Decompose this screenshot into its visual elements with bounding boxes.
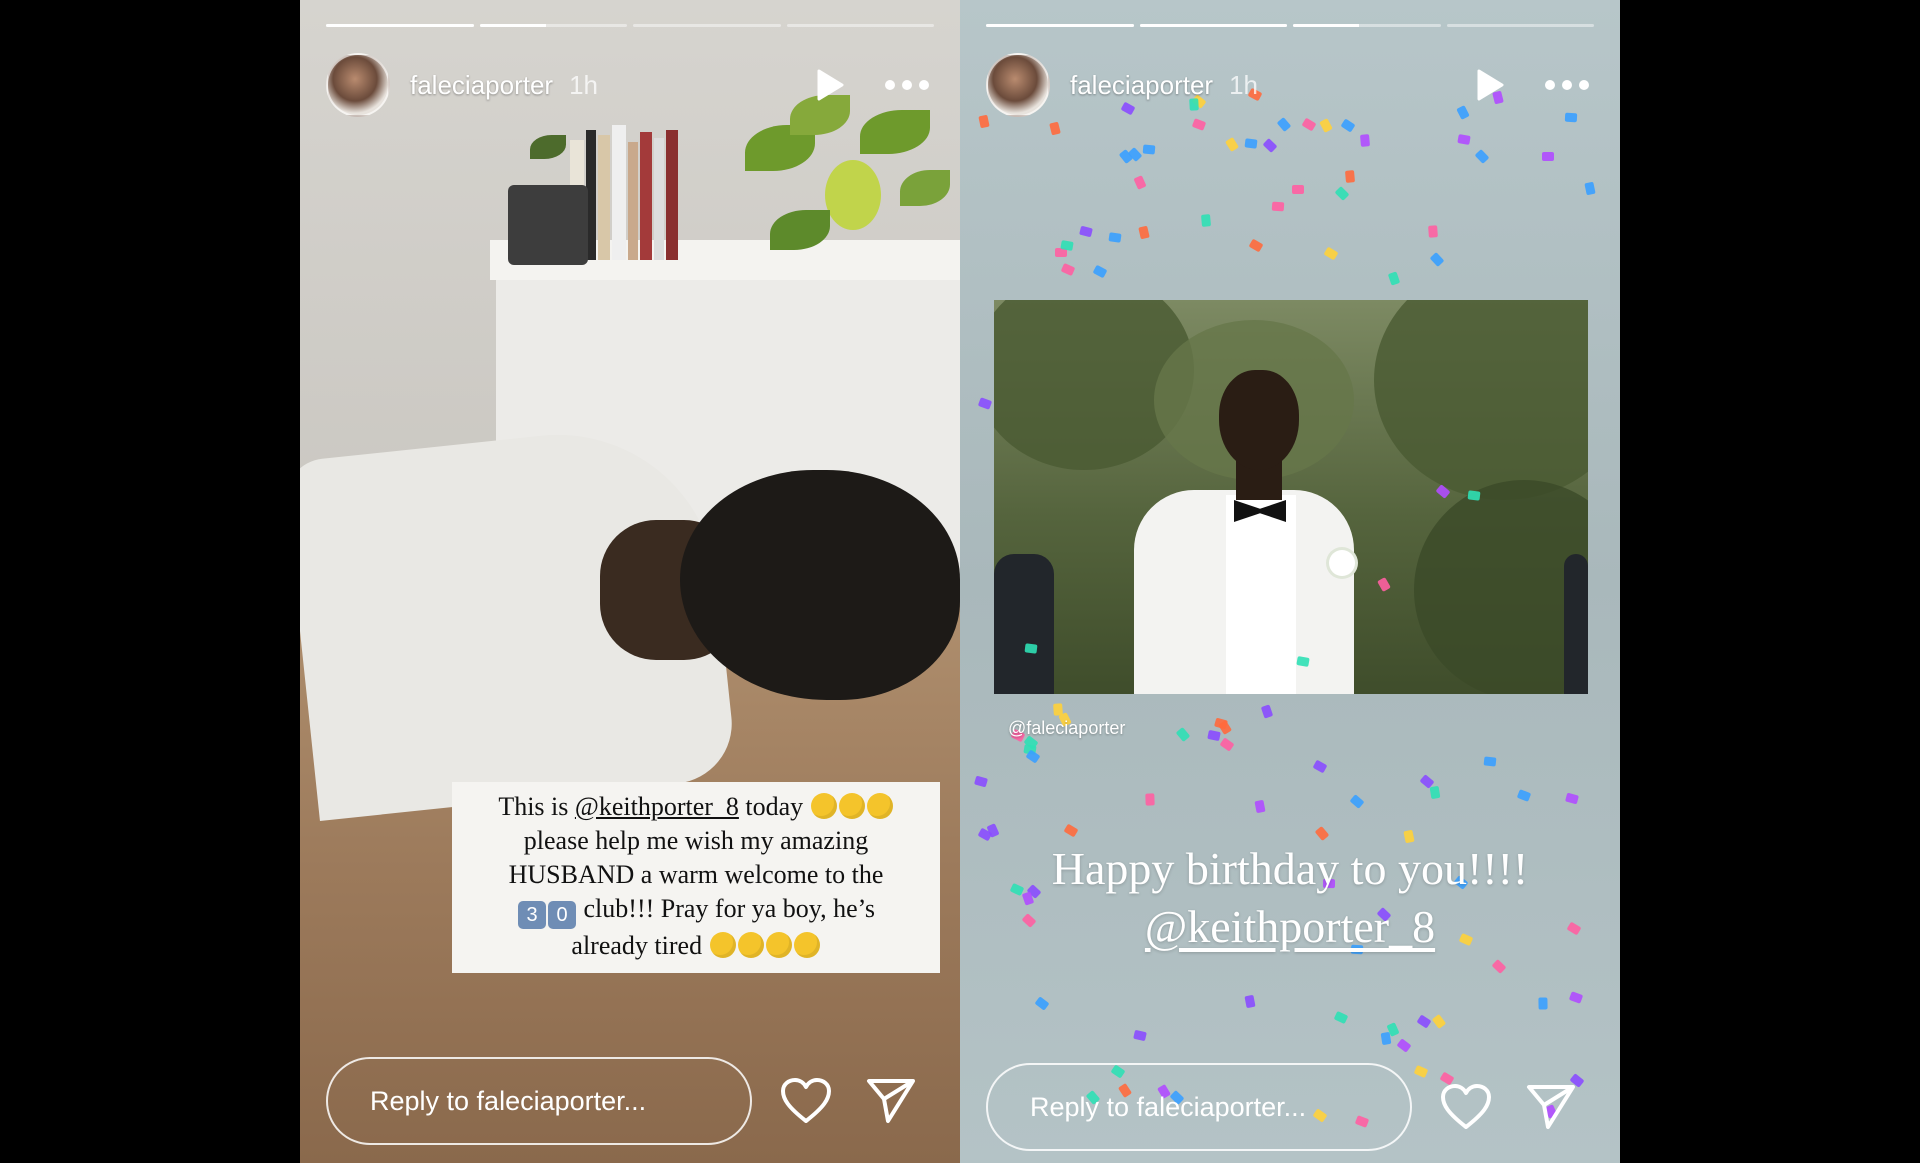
progress-segment	[986, 24, 1134, 27]
more-icon[interactable]	[880, 63, 934, 107]
birthday-text: Happy birthday to you!!!!	[1051, 843, 1529, 894]
photo-mention-tag[interactable]: @faleciaporter	[1008, 718, 1125, 739]
username[interactable]: faleciaporter	[410, 70, 553, 101]
wedding-photo	[994, 300, 1588, 694]
reply-input[interactable]: Reply to faleciaporter...	[986, 1063, 1412, 1151]
progress-segment	[326, 24, 474, 27]
post-time: 1h	[1229, 69, 1258, 100]
laughing-emoji-icon	[737, 932, 764, 958]
laughing-emoji-icon	[709, 932, 736, 958]
progress-segment	[1446, 24, 1594, 27]
send-icon[interactable]	[866, 1077, 916, 1125]
progress-fill	[1293, 24, 1360, 27]
story-left[interactable]: faleciaporter 1h This is @keithporter_8 …	[300, 0, 960, 1163]
groom-head	[1219, 370, 1299, 470]
mention-link[interactable]: @keithporter_8	[575, 792, 739, 821]
progress-fill	[326, 24, 474, 27]
progress-segment	[1293, 24, 1441, 27]
guest-figure	[994, 554, 1054, 694]
story-progress	[326, 24, 934, 28]
plant-leaf	[825, 160, 881, 230]
avatar[interactable]	[986, 53, 1050, 117]
reply-placeholder: Reply to faleciaporter...	[370, 1085, 647, 1116]
progress-fill	[1139, 24, 1287, 27]
caption-text: already tired	[571, 931, 703, 960]
reply-input[interactable]: Reply to faleciaporter...	[326, 1057, 752, 1145]
heart-icon[interactable]	[780, 1077, 832, 1125]
progress-fill	[986, 24, 1134, 27]
story-header: faleciaporter 1h	[326, 52, 934, 118]
laughing-emoji-icon	[866, 793, 893, 819]
progress-segment	[479, 24, 627, 27]
post-time: 1h	[569, 69, 598, 100]
progress-segment	[633, 24, 781, 27]
story-caption: This is @keithporter_8 today please help…	[452, 782, 940, 973]
tree	[1374, 300, 1588, 500]
progress-segment	[1139, 24, 1287, 27]
laughing-emoji-icon	[810, 793, 837, 819]
heart-icon[interactable]	[1440, 1083, 1492, 1131]
laughing-emoji-icon	[765, 932, 792, 958]
keycap-3-icon: 3	[518, 901, 547, 929]
plant-pot	[508, 185, 588, 265]
caption-text: club!!! Pray for ya boy, he’s	[577, 894, 875, 923]
mention-link[interactable]: @keithporter_8	[1145, 901, 1435, 952]
keycap-0-icon: 0	[548, 901, 577, 929]
caption-text: This is	[498, 792, 575, 821]
story-header: faleciaporter 1h	[986, 52, 1594, 118]
story-right[interactable]: faleciaporter 1h @faleciaporter Happy bi…	[960, 0, 1620, 1163]
username[interactable]: faleciaporter	[1070, 70, 1213, 101]
caption-text: please help me wish my amazing	[523, 826, 869, 855]
caption-text: HUSBAND a warm welcome to the	[508, 860, 884, 889]
caption-text: today	[738, 792, 804, 821]
laughing-emoji-icon	[838, 793, 865, 819]
play-icon[interactable]	[808, 63, 852, 107]
play-icon[interactable]	[1468, 63, 1512, 107]
progress-segment	[786, 24, 934, 27]
story-progress	[986, 24, 1594, 28]
avatar[interactable]	[326, 53, 390, 117]
laughing-emoji-icon	[793, 932, 820, 958]
birthday-message: Happy birthday to you!!!! @keithporter_8	[960, 840, 1620, 956]
more-icon[interactable]	[1540, 63, 1594, 107]
send-icon[interactable]	[1526, 1083, 1576, 1131]
reply-placeholder: Reply to faleciaporter...	[1030, 1091, 1307, 1122]
guest-figure	[1564, 554, 1588, 694]
boutonniere	[1329, 550, 1355, 576]
groom-shirt	[1226, 495, 1296, 694]
tree	[1414, 480, 1588, 694]
progress-fill	[479, 24, 546, 27]
